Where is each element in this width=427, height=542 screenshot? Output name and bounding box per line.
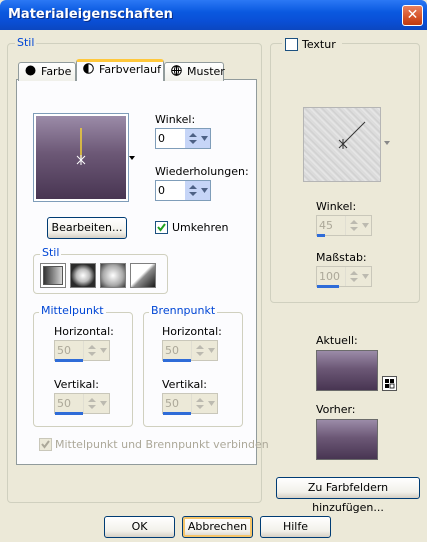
spinner-arrows[interactable]: [191, 394, 217, 413]
umkehren-checkbox[interactable]: [155, 221, 168, 234]
circle-icon: [25, 65, 36, 76]
tab-farbverlauf[interactable]: Farbverlauf: [76, 59, 164, 81]
ok-button[interactable]: OK: [104, 516, 175, 538]
wiederholungen-label: Wiederholungen:: [155, 165, 249, 178]
stil-legend: Stil: [15, 36, 37, 49]
mittelpunkt-horizontal-bar: [55, 359, 83, 362]
cancel-button[interactable]: Abbrechen: [182, 516, 253, 538]
brennpunkt-horizontal-bar: [163, 359, 191, 362]
mittelpunkt-horizontal-spinner[interactable]: 50: [54, 340, 110, 361]
textur-massstab-label: Maßstab:: [316, 251, 367, 264]
spinner-arrows[interactable]: [83, 394, 109, 413]
brennpunkt-horizontal-spinner[interactable]: 50: [162, 340, 218, 361]
spinner-arrows-icon: [196, 345, 215, 356]
mittelpunkt-vertikal-spinner[interactable]: 50: [54, 393, 110, 414]
linear-style-button[interactable]: [40, 263, 66, 288]
brennpunkt-horizontal-label: Horizontal:: [162, 325, 222, 338]
brennpunkt-vertikal-label: Vertikal:: [162, 378, 208, 391]
mittelpunkt-legend: Mittelpunkt: [39, 304, 106, 317]
winkel-value: 0: [158, 132, 165, 145]
checkmark-icon: [157, 223, 166, 232]
spinner-arrows-icon: [88, 398, 107, 409]
textur-winkel-label: Winkel:: [316, 200, 357, 213]
half-circle-icon: [83, 63, 94, 74]
gradient-style-legend: Stil: [40, 246, 62, 259]
tab-farbe-label: Farbe: [41, 65, 72, 78]
gradient-direction-icon: [76, 128, 86, 165]
rectangular-style-button[interactable]: [70, 263, 96, 288]
spinner-arrows-icon: [350, 271, 369, 282]
spinner-arrows-icon: [350, 220, 369, 231]
mittelpunkt-vertikal-bar: [55, 412, 83, 415]
spinner-arrows[interactable]: [345, 216, 371, 235]
current-swatch: [316, 350, 378, 391]
globe-icon: [171, 65, 182, 76]
texture-dropdown-arrow-icon[interactable]: [384, 141, 391, 146]
winkel-label: Winkel:: [155, 113, 196, 126]
link-points-label: Mittelpunkt und Brennpunkt verbinden: [55, 438, 269, 451]
spinner-arrows[interactable]: [184, 181, 210, 200]
help-button[interactable]: Hilfe: [260, 516, 331, 538]
brennpunkt-vertikal-bar: [163, 412, 191, 415]
umkehren-label: Umkehren: [172, 221, 229, 234]
textur-massstab-value: 100: [319, 270, 340, 283]
tab-farbverlauf-label: Farbverlauf: [99, 63, 162, 76]
textur-winkel-spinner[interactable]: 45: [316, 215, 372, 236]
mittelpunkt-horizontal-label: Horizontal:: [54, 325, 114, 338]
bearbeiten-button[interactable]: Bearbeiten...: [47, 217, 127, 239]
mittelpunkt-vertikal-label: Vertikal:: [54, 378, 100, 391]
textur-checkbox[interactable]: [285, 38, 298, 51]
textur-winkel-bar: [317, 234, 325, 237]
spinner-arrows-icon: [189, 185, 208, 196]
wiederholungen-spinner[interactable]: 0: [155, 180, 211, 201]
brennpunkt-horizontal-value: 50: [165, 344, 179, 357]
close-button[interactable]: ✕: [402, 5, 423, 26]
spinner-arrows[interactable]: [184, 129, 210, 148]
textur-massstab-bar: [317, 285, 339, 288]
spinner-arrows[interactable]: [191, 341, 217, 360]
mittelpunkt-vertikal-value: 50: [57, 397, 71, 410]
spinner-arrows[interactable]: [83, 341, 109, 360]
aktuell-label: Aktuell:: [316, 334, 358, 347]
mittelpunkt-horizontal-value: 50: [57, 344, 71, 357]
add-to-swatches-button[interactable]: Zu Farbfeldern hinzufügen...: [276, 477, 420, 514]
window-title: Materialeigenschaften: [8, 7, 173, 22]
textur-massstab-spinner[interactable]: 100: [316, 266, 372, 287]
winkel-spinner[interactable]: 0: [155, 128, 211, 149]
spinner-arrows-icon: [88, 345, 107, 356]
textur-winkel-value: 45: [319, 219, 333, 232]
grid-icon: [385, 379, 395, 389]
wiederholungen-value: 0: [158, 184, 165, 197]
sunburst-style-button[interactable]: [130, 263, 156, 288]
link-points-checkbox[interactable]: [39, 438, 52, 451]
tab-muster[interactable]: Muster: [164, 62, 225, 81]
brennpunkt-vertikal-spinner[interactable]: 50: [162, 393, 218, 414]
spinner-arrows-icon: [196, 398, 215, 409]
swap-button[interactable]: [382, 376, 397, 391]
textur-label: Textur: [302, 38, 336, 51]
dropdown-arrow-icon[interactable]: [129, 156, 136, 161]
close-icon: ✕: [406, 7, 419, 23]
texture-direction-icon: [338, 121, 366, 149]
tab-farbe[interactable]: Farbe: [18, 62, 76, 81]
vorher-label: Vorher:: [316, 403, 356, 416]
spinner-arrows[interactable]: [345, 267, 371, 286]
checkmark-icon: [41, 440, 50, 449]
radial-style-button[interactable]: [100, 263, 126, 288]
tab-muster-label: Muster: [187, 65, 225, 78]
previous-swatch[interactable]: [316, 419, 378, 460]
spinner-arrows-icon: [189, 133, 208, 144]
brennpunkt-legend: Brennpunkt: [149, 304, 218, 317]
brennpunkt-vertikal-value: 50: [165, 397, 179, 410]
